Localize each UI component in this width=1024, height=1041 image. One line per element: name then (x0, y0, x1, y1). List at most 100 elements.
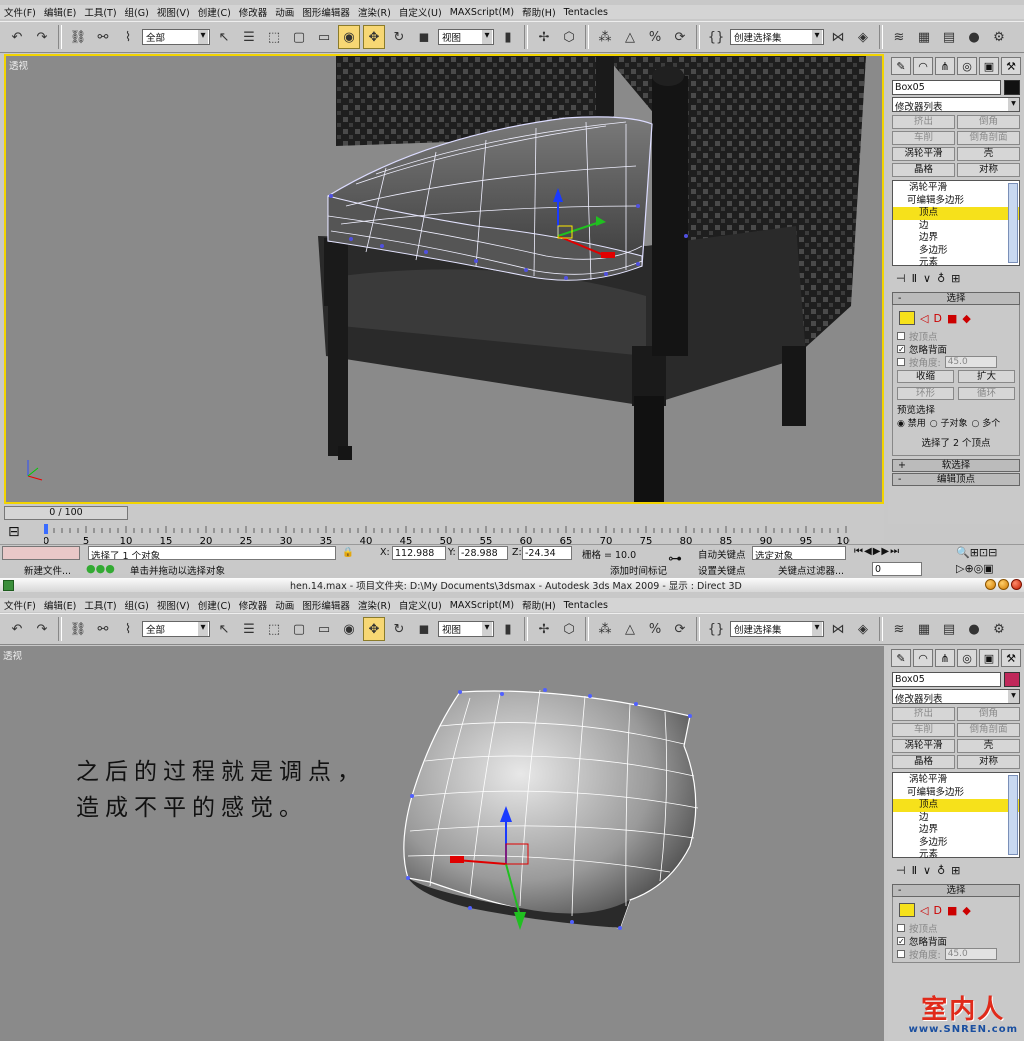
scale-icon[interactable]: ◼ (413, 617, 435, 641)
selection-filter-dropdown[interactable]: 全部 (142, 621, 210, 637)
curve-editor-icon[interactable]: ▦ (913, 25, 935, 49)
move-icon[interactable]: ✥ (363, 25, 385, 49)
preview-subobject-radio[interactable]: ○ 子对象 (930, 416, 968, 429)
remove-modifier-icon[interactable]: ♁ (937, 272, 945, 286)
select-by-name-icon[interactable]: ☰ (238, 617, 260, 641)
pin-stack-icon[interactable]: ⊣ (896, 864, 906, 878)
undo-icon[interactable]: ↶ (6, 617, 28, 641)
redo-icon[interactable]: ↷ (31, 25, 53, 49)
preview-multi-radio[interactable]: ○ 多个 (971, 416, 1000, 429)
polygon-mode-icon[interactable]: ■ (947, 312, 957, 325)
configure-sets-icon[interactable]: ⊞ (951, 272, 960, 286)
select-move-icon[interactable]: ◉ (338, 617, 360, 641)
motion-tab-icon[interactable]: ◎ (957, 649, 977, 667)
menu-modifiers[interactable]: 修改器 (235, 5, 272, 19)
stack-item[interactable]: 边 (893, 220, 1019, 233)
chamfer-button[interactable]: 倒角 (957, 115, 1020, 129)
select-move-icon[interactable]: ◉ (338, 25, 360, 49)
maxscript-listener[interactable] (2, 546, 80, 560)
unlink-icon[interactable]: ⚯ (92, 25, 114, 49)
mirror-icon[interactable]: ⋈ (827, 25, 849, 49)
named-selection-dropdown[interactable]: 创建选择集 (730, 621, 824, 637)
stack-item[interactable]: 多边形 (893, 245, 1019, 258)
bind-space-warp-icon[interactable]: ⌇ (117, 617, 139, 641)
rotate-icon[interactable]: ↻ (388, 617, 410, 641)
modify-tab-icon[interactable]: ◠ (913, 649, 933, 667)
ring-button[interactable]: 环形 (897, 387, 954, 400)
shell-button[interactable]: 壳 (957, 147, 1020, 161)
ignore-backfacing-checkbox[interactable]: ✓ (897, 344, 905, 353)
manipulate-icon[interactable]: ✢ (533, 617, 555, 641)
menu-animation[interactable]: 动画 (271, 5, 298, 19)
stack-item[interactable]: 元素 (893, 849, 1019, 862)
edit-vertices-rollout-header[interactable]: - 编辑顶点 (892, 473, 1020, 486)
loop-button[interactable]: 循环 (958, 387, 1015, 400)
time-slider[interactable]: 0 / 100 (4, 506, 128, 520)
maximize-button[interactable] (998, 579, 1009, 590)
motion-tab-icon[interactable]: ◎ (957, 57, 977, 75)
auto-key-button[interactable]: 自动关键点 (698, 547, 746, 561)
modifier-stack[interactable]: 涡轮平滑 可编辑多边形 顶点 边 边界 多边形 元素 (892, 772, 1020, 860)
menu-tools[interactable]: 工具(T) (80, 598, 120, 612)
pin-stack-icon[interactable]: ⊣ (896, 272, 906, 286)
rect-selection-icon[interactable]: ⬚ (263, 617, 285, 641)
curve-editor-icon[interactable]: ▦ (913, 617, 935, 641)
object-name-field[interactable]: Box05 (892, 672, 1001, 687)
configure-sets-icon[interactable]: ⊞ (951, 864, 960, 878)
menu-customize[interactable]: 自定义(U) (395, 5, 446, 19)
percent-snap-icon[interactable]: % (644, 617, 666, 641)
menu-graph-editors[interactable]: 图形编辑器 (298, 598, 354, 612)
select-by-name-icon[interactable]: ☰ (238, 25, 260, 49)
stack-item[interactable]: 顶点 (893, 207, 1019, 220)
redo-icon[interactable]: ↷ (31, 617, 53, 641)
menu-group[interactable]: 组(G) (121, 598, 153, 612)
menu-view[interactable]: 视图(V) (153, 598, 194, 612)
stack-item[interactable]: 边界 (893, 824, 1019, 837)
angle-snap-icon[interactable]: △ (619, 617, 641, 641)
bevel-profile-button[interactable]: 倒角剖面 (957, 723, 1020, 737)
stack-item[interactable]: 顶点 (893, 799, 1019, 812)
align-icon[interactable]: ◈ (852, 617, 874, 641)
stack-scrollbar[interactable] (1008, 183, 1018, 263)
preview-off-radio[interactable]: ◉ 禁用 (897, 416, 926, 429)
link-icon[interactable]: ⛓ (67, 617, 89, 641)
stack-item[interactable]: 涡轮平滑 (893, 182, 1019, 195)
object-color-swatch[interactable] (1004, 672, 1020, 687)
layer-manager-icon[interactable]: ≋ (888, 617, 910, 641)
spinner-snap-icon[interactable]: ⟳ (669, 617, 691, 641)
track-view-icon[interactable]: ⊟ (8, 524, 20, 540)
angle-snap-icon[interactable]: △ (619, 25, 641, 49)
spinner-snap-icon[interactable]: ⟳ (669, 25, 691, 49)
angle-spinner[interactable]: 45.0 (944, 947, 997, 960)
manipulate-icon[interactable]: ✢ (533, 25, 555, 49)
viewport-label[interactable]: 透视 (9, 58, 28, 72)
lattice-button[interactable]: 晶格 (892, 755, 955, 769)
menu-maxscript[interactable]: MAXScript(M) (446, 600, 518, 611)
menu-modifiers[interactable]: 修改器 (235, 598, 272, 612)
stack-item[interactable]: 边 (893, 812, 1019, 825)
angle-spinner[interactable]: 45.0 (944, 355, 997, 368)
material-editor-icon[interactable]: ● (963, 25, 985, 49)
add-time-tag[interactable]: 添加时间标记 (610, 563, 667, 577)
viewport-nav-icons-2[interactable]: ▷⊕◎▣ (956, 562, 994, 575)
mirror-icon[interactable]: ⋈ (827, 617, 849, 641)
key-filters-button[interactable]: 关键点过滤器... (778, 563, 844, 577)
snap-icon[interactable]: ⁂ (594, 25, 616, 49)
utilities-tab-icon[interactable]: ⚒ (1001, 649, 1021, 667)
scale-icon[interactable]: ◼ (413, 25, 435, 49)
close-button[interactable] (1011, 579, 1022, 590)
create-tab-icon[interactable]: ✎ (891, 649, 911, 667)
selection-rollout-header[interactable]: - 选择 (892, 292, 1020, 305)
object-name-field[interactable]: Box05 (892, 80, 1001, 95)
vertex-mode-icon[interactable] (899, 311, 915, 325)
extrude-button[interactable]: 挤出 (892, 707, 955, 721)
display-tab-icon[interactable]: ▣ (979, 649, 999, 667)
render-setup-icon[interactable]: ⚙ (988, 25, 1010, 49)
rotate-icon[interactable]: ↻ (388, 25, 410, 49)
x-coordinate-field[interactable]: 112.988 (392, 546, 446, 560)
show-end-result-icon[interactable]: Ⅱ (912, 864, 917, 878)
stack-item[interactable]: 可编辑多边形 (893, 195, 1019, 208)
lathe-button[interactable]: 车削 (892, 131, 955, 145)
create-tab-icon[interactable]: ✎ (891, 57, 911, 75)
soft-selection-rollout-header[interactable]: + 软选择 (892, 459, 1020, 472)
